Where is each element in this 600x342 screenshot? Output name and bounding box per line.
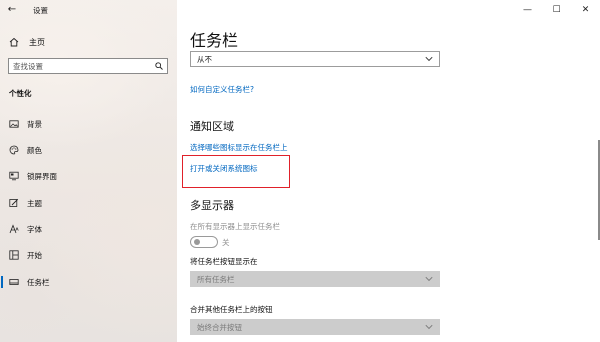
show-on-all-displays-toggle[interactable] xyxy=(190,236,218,248)
picture-icon xyxy=(9,120,19,128)
toggle-knob xyxy=(194,239,200,245)
sidebar-item-themes[interactable]: 主题 xyxy=(0,193,177,213)
auto-hide-dropdown[interactable]: 从不 xyxy=(190,51,440,67)
dropdown-value: 所有任务栏 xyxy=(197,274,235,284)
sidebar-item-taskbar[interactable]: 任务栏 xyxy=(0,272,177,292)
minimize-icon[interactable]: — xyxy=(513,0,542,20)
combine-buttons-label: 合并其他任务栏上的按钮 xyxy=(190,305,273,314)
sidebar-item-colors[interactable]: 颜色 xyxy=(0,140,177,160)
back-arrow-icon[interactable]: ← xyxy=(5,3,19,17)
section-title: 个性化 xyxy=(9,89,32,98)
sidebar-item-label: 颜色 xyxy=(27,145,42,155)
maximize-icon[interactable]: ☐ xyxy=(542,0,571,20)
search-icon[interactable] xyxy=(155,62,163,70)
app-title: 设置 xyxy=(33,6,48,15)
settings-sidebar: ← 设置 主页 个性化 背景 颜色 xyxy=(0,0,177,342)
notification-area-heading: 通知区域 xyxy=(190,120,234,133)
show-buttons-on-dropdown[interactable]: 所有任务栏 xyxy=(190,271,440,287)
active-indicator xyxy=(1,276,3,288)
search-input[interactable] xyxy=(13,61,155,71)
window-controls: — ☐ ✕ xyxy=(513,0,600,20)
settings-content: — ☐ ✕ 任务栏 从不 如何自定义任务栏? 通知区域 选择哪些图标显示在任务栏… xyxy=(177,0,600,342)
palette-icon xyxy=(9,145,19,155)
home-nav-item[interactable]: 主页 xyxy=(9,36,45,48)
sidebar-item-background[interactable]: 背景 xyxy=(0,114,177,134)
sidebar-item-label: 锁屏界面 xyxy=(27,171,57,181)
customize-taskbar-link[interactable]: 如何自定义任务栏? xyxy=(190,84,254,95)
search-box[interactable] xyxy=(8,58,168,74)
highlight-box xyxy=(182,155,290,188)
toggle-state-label: 关 xyxy=(222,238,230,247)
page-title: 任务栏 xyxy=(190,31,239,50)
multiple-displays-heading: 多显示器 xyxy=(190,199,234,212)
lock-screen-icon xyxy=(9,171,19,181)
dropdown-value: 始终合并按钮 xyxy=(197,322,242,332)
font-icon xyxy=(9,224,19,234)
sidebar-item-start[interactable]: 开始 xyxy=(0,245,177,265)
sidebar-item-label: 任务栏 xyxy=(27,277,50,287)
sidebar-item-label: 开始 xyxy=(27,250,42,260)
title-bar: ← 设置 xyxy=(0,0,177,20)
brush-icon xyxy=(9,198,19,207)
chevron-down-icon xyxy=(425,324,433,330)
combine-buttons-dropdown[interactable]: 始终合并按钮 xyxy=(190,319,440,335)
chevron-down-icon xyxy=(425,276,433,282)
show-buttons-on-label: 将任务栏按钮显示在 xyxy=(190,257,258,266)
sidebar-item-label: 字体 xyxy=(27,224,42,234)
dropdown-value: 从不 xyxy=(197,54,212,64)
select-taskbar-icons-link[interactable]: 选择哪些图标显示在任务栏上 xyxy=(190,142,288,153)
taskbar-icon xyxy=(9,279,19,285)
home-label: 主页 xyxy=(29,37,45,47)
sidebar-item-label: 主题 xyxy=(27,198,42,208)
sidebar-item-label: 背景 xyxy=(27,119,42,129)
close-icon[interactable]: ✕ xyxy=(571,0,600,20)
sidebar-item-fonts[interactable]: 字体 xyxy=(0,219,177,239)
chevron-down-icon xyxy=(425,56,433,62)
home-icon xyxy=(9,37,19,47)
start-icon xyxy=(9,250,19,260)
sidebar-item-lock-screen[interactable]: 锁屏界面 xyxy=(0,166,177,186)
show-on-all-displays-label: 在所有显示器上显示任务栏 xyxy=(190,222,280,231)
